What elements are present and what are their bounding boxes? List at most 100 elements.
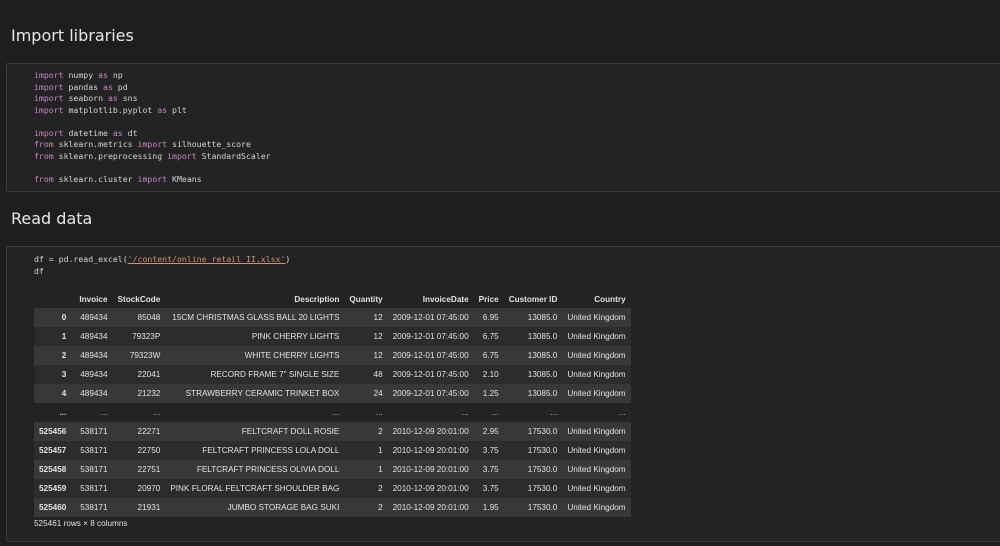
code-line: from sklearn.cluster import KMeans — [34, 174, 271, 186]
table-cell: 2009-12-01 07:45:00 — [392, 332, 469, 341]
column-header: Country — [594, 294, 626, 304]
table-cell: 13085.0 — [527, 313, 558, 322]
table-cell: United Kingdom — [567, 503, 626, 512]
code-text: StandardScaler — [196, 150, 271, 161]
row-index: 525458 — [39, 465, 67, 474]
column-header: Description — [294, 294, 340, 304]
code-line: import datetime as dt — [34, 128, 271, 140]
code-keyword: import — [34, 70, 64, 80]
code-keyword: import — [34, 93, 64, 103]
code-keyword: import — [34, 81, 64, 92]
table-cell: ... — [618, 408, 626, 417]
table-cell: ... — [100, 408, 108, 417]
code-cell-read-data[interactable]: df = pd.read_excel('/content/online_reta… — [6, 246, 1000, 542]
table-cell: 2009-12-01 07:45:00 — [392, 370, 469, 379]
row-index: 525457 — [39, 446, 67, 455]
code-cell-imports[interactable]: import numpy as np import pandas as pd imp… — [6, 63, 1000, 192]
table-cell: 3.75 — [482, 484, 499, 493]
table-cell: WHITE CHERRY LIGHTS — [244, 351, 340, 360]
table-cell: 2009-12-01 07:45:00 — [392, 313, 469, 322]
table-row: 1 489434 79323P PINK CHERRY LIGHTS 12 2009-12… — [34, 327, 631, 346]
table-cell: 17530.0 — [527, 446, 558, 455]
table-cell: 79323W — [129, 351, 161, 360]
code-keyword: as — [107, 93, 118, 103]
dataframe-shape-text: 525461 rows × 8 columns — [34, 519, 128, 528]
code-text: numpy — [63, 70, 99, 80]
table-cell: RECORD FRAME 7" SINGLE SIZE — [210, 370, 340, 379]
table-cell: 13085.0 — [527, 351, 558, 360]
code-keyword: from — [34, 173, 54, 184]
code-line: import seaborn as sns — [34, 93, 271, 105]
table-cell: United Kingdom — [567, 351, 626, 360]
code-text: pd — [112, 81, 128, 92]
table-cell: JUMBO STORAGE BAG SUKI — [227, 503, 340, 512]
table-cell: United Kingdom — [567, 370, 626, 379]
table-cell: FELTCRAFT PRINCESS LOLA DOLL — [202, 446, 340, 455]
column-header: Customer ID — [508, 294, 558, 304]
table-cell: 2010-12-09 20:01:00 — [392, 465, 469, 474]
table-row: 0 489434 85048 15CM CHRISTMAS GLASS BALL 20… — [34, 308, 631, 327]
code-text: KMeans — [167, 173, 202, 184]
table-cell: 2010-12-09 20:01:00 — [392, 446, 469, 455]
table-cell: 1.95 — [482, 503, 499, 512]
table-cell: ... — [375, 408, 383, 417]
table-cell: 2009-12-01 07:45:00 — [392, 389, 469, 398]
table-cell: 489434 — [80, 332, 108, 341]
table-cell: 85048 — [137, 313, 161, 322]
table-cell: United Kingdom — [567, 389, 626, 398]
row-index: 2 — [61, 351, 67, 360]
code-text: datetime — [63, 127, 113, 138]
table-cell: United Kingdom — [567, 313, 626, 322]
code-keyword: as — [112, 127, 123, 138]
table-cell: 489434 — [80, 351, 108, 360]
table-cell: 22271 — [137, 427, 161, 436]
table-row: 525458 538171 22751 FELTCRAFT PRINCESS OLIV… — [34, 460, 631, 479]
table-cell: United Kingdom — [567, 427, 626, 436]
code-text: sklearn.preprocessing — [53, 150, 168, 161]
table-cell: 79323P — [132, 332, 161, 341]
table-row: 4 489434 21232 STRAWBERRY CERAMIC TRINKET B… — [34, 384, 631, 403]
dataframe-output-table: Invoice StockCode Description Quantity Invoi… — [34, 290, 631, 517]
table-cell: 3.75 — [482, 465, 499, 474]
table-cell: 13085.0 — [527, 332, 558, 341]
code-keyword: import — [34, 104, 64, 115]
code-text: np — [107, 70, 123, 80]
table-cell: 17530.0 — [527, 427, 558, 436]
table-cell: FELTCRAFT PRINCESS OLIVIA DOLL — [196, 465, 340, 474]
code-line: from sklearn.metrics import silhouette_s… — [34, 139, 271, 151]
code-keyword: from — [34, 139, 54, 149]
table-cell: 2.10 — [482, 370, 499, 379]
table-cell: 2.95 — [482, 427, 499, 436]
table-cell: ... — [153, 408, 161, 417]
code-line: df = pd.read_excel('/content/online_reta… — [34, 254, 290, 266]
table-cell: STRAWBERRY CERAMIC TRINKET BOX — [185, 389, 340, 398]
table-cell: 1 — [378, 465, 383, 474]
table-cell: 2010-12-09 20:01:00 — [392, 427, 469, 436]
code-keyword: import — [137, 173, 168, 184]
row-index: 3 — [61, 370, 67, 379]
table-cell: ... — [461, 408, 469, 417]
table-cell: 538171 — [80, 465, 108, 474]
table-cell: PINK FLORAL FELTCRAFT SHOULDER BAG — [170, 484, 340, 493]
code-keyword: as — [103, 81, 113, 92]
table-cell: 21232 — [137, 389, 161, 398]
code-editor-read-data[interactable]: df = pd.read_excel('/content/online_reta… — [34, 254, 290, 277]
table-cell: United Kingdom — [567, 465, 626, 474]
table-cell: 489434 — [80, 313, 108, 322]
table-cell: 12 — [373, 313, 383, 322]
column-header: InvoiceDate — [422, 294, 469, 304]
column-header: Price — [478, 294, 499, 304]
code-keyword: import — [137, 139, 168, 149]
code-keyword: from — [34, 150, 54, 161]
table-cell: 21931 — [137, 503, 161, 512]
code-text: sns — [117, 93, 138, 103]
code-text: pandas — [63, 81, 104, 92]
code-keyword: import — [34, 127, 64, 138]
table-cell: 489434 — [80, 389, 108, 398]
table-cell: 13085.0 — [527, 389, 558, 398]
code-editor-imports[interactable]: import numpy as np import pandas as pd imp… — [34, 70, 271, 185]
table-cell: 2010-12-09 20:01:00 — [392, 503, 469, 512]
table-cell: United Kingdom — [567, 332, 626, 341]
table-cell: 538171 — [80, 427, 108, 436]
